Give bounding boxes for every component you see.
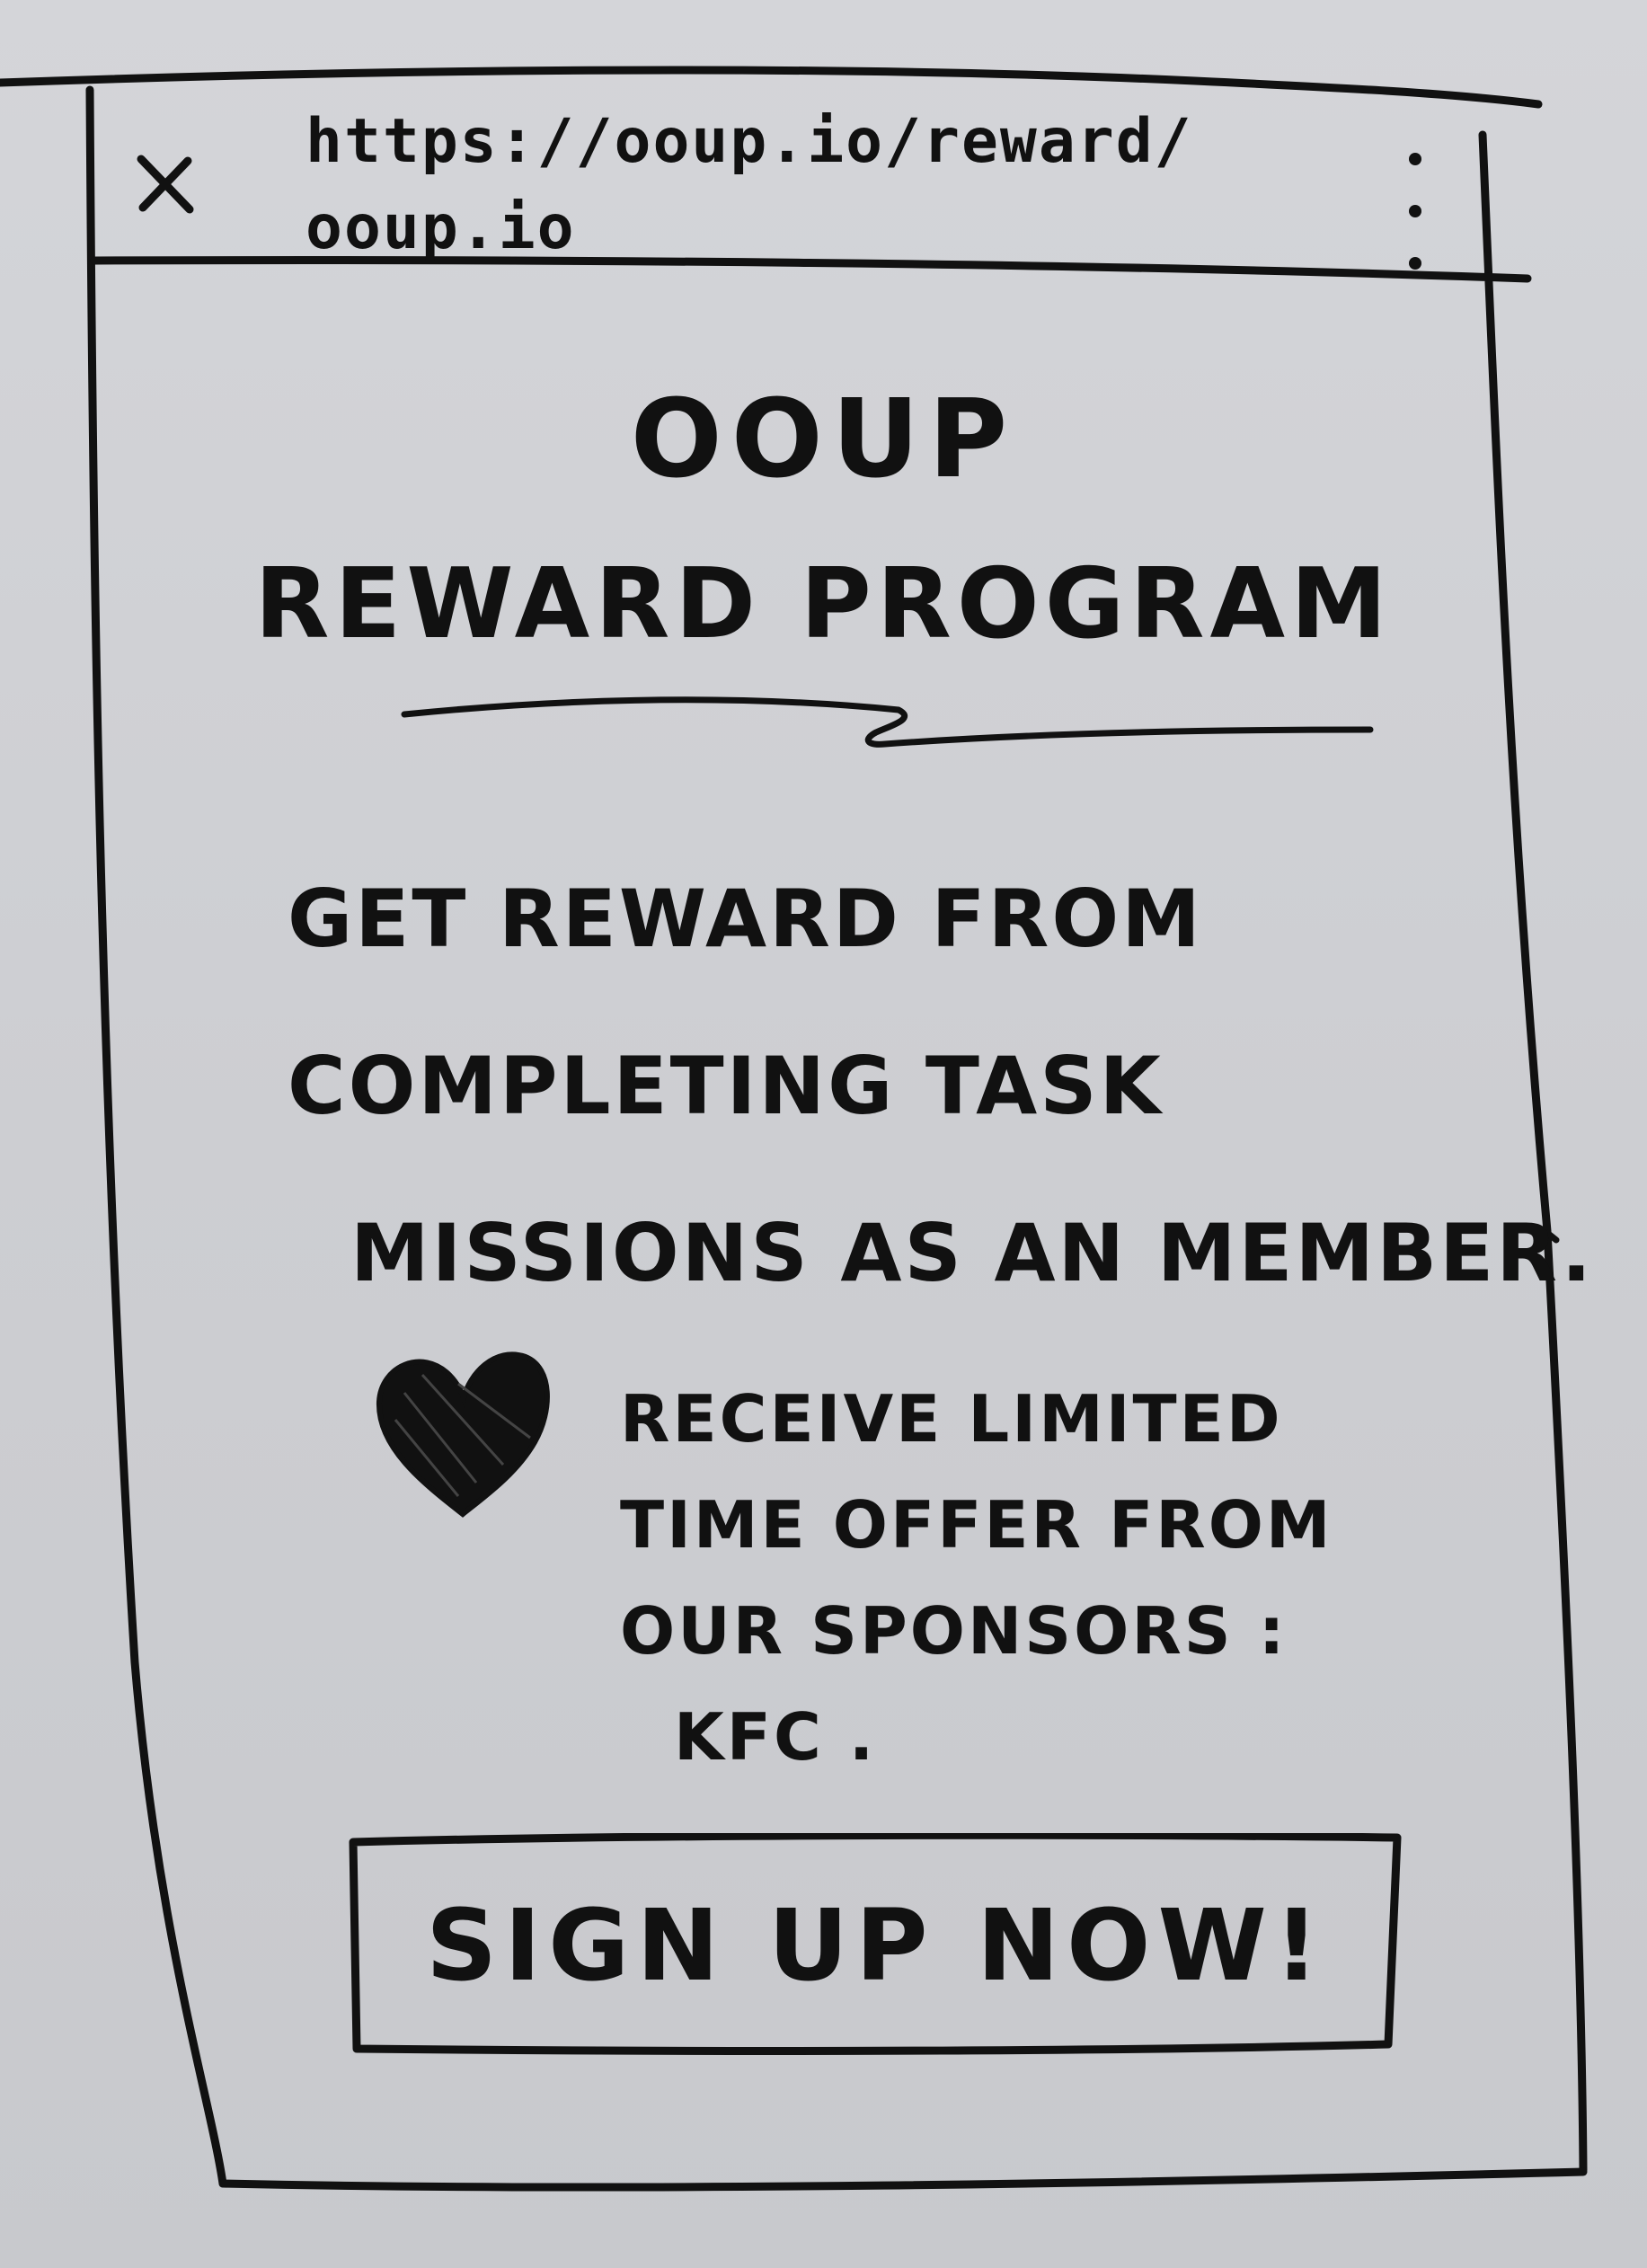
address-bar[interactable]: https://ooup.io/reward/ ooup.io [305,99,1402,271]
page-title: REWARD PROGRAM [254,548,1393,660]
heart-icon [368,1339,557,1528]
promo-line: TIME OFFER FROM [620,1487,1333,1563]
description-line: COMPLETING TASK [288,1040,1164,1132]
promo-line: OUR SPONSORS : [620,1593,1288,1669]
url-text: https://ooup.io/reward/ [305,106,1193,177]
description-line: GET REWARD FROM [288,873,1203,965]
promo-line: KFC . [674,1699,877,1775]
promo-line: RECEIVE LIMITED [620,1381,1283,1457]
close-icon[interactable] [126,144,207,225]
description-line: MISSIONS AS AN MEMBER. [350,1207,1595,1299]
sponsor-promo: RECEIVE LIMITED TIME OFFER FROM OUR SPON… [620,1366,1501,1790]
kebab-menu-icon[interactable] [1388,153,1442,270]
sign-up-button[interactable]: SIGN UP NOW! [346,1833,1406,2058]
menu-dot [1409,153,1421,165]
menu-dot [1409,205,1421,217]
program-description: GET REWARD FROM COMPLETING TASK MISSIONS… [288,836,1595,1337]
domain-text: ooup.io [305,192,576,263]
menu-dot [1409,257,1421,270]
brand-name: OOUP [630,377,1017,502]
sign-up-label: SIGN UP NOW! [425,1888,1327,2003]
